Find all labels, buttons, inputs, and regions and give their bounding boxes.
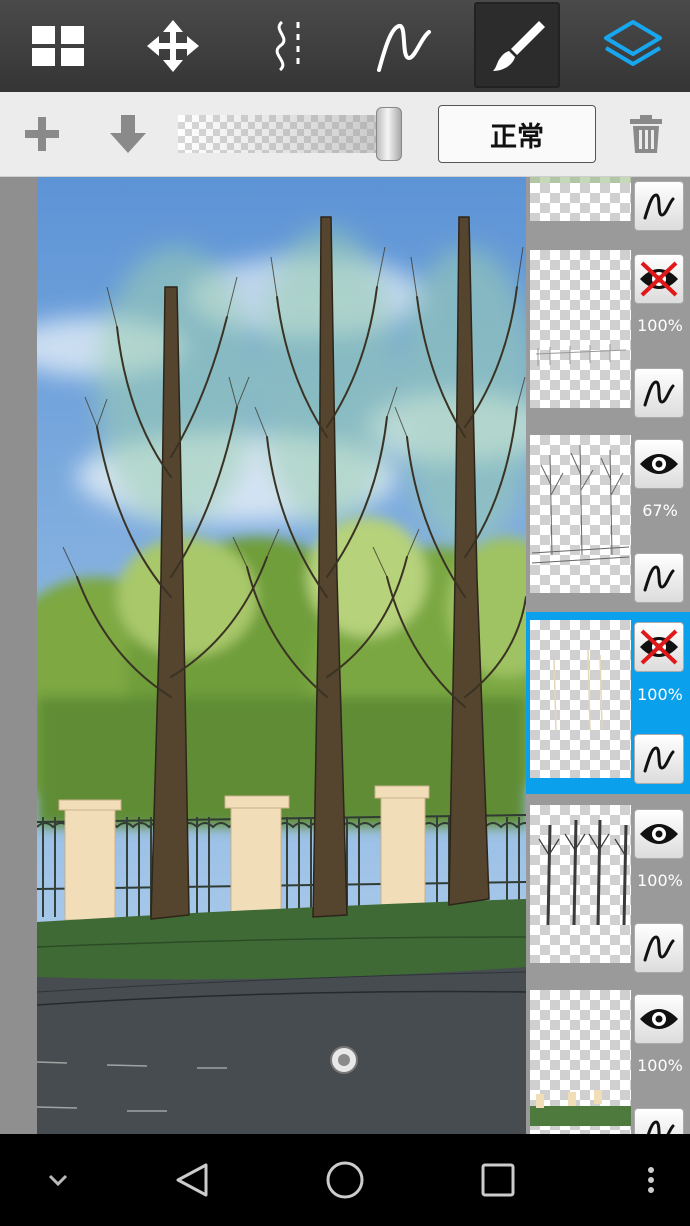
layers-icon: [603, 20, 662, 66]
pen-icon: [376, 24, 431, 72]
layer-visibility-toggle[interactable]: [634, 439, 684, 489]
opacity-track: [178, 115, 400, 153]
layer-row-selected[interactable]: 100%: [526, 612, 690, 794]
plus-icon: [25, 117, 59, 151]
layer-blend-button[interactable]: [634, 923, 684, 973]
layer-blend-button[interactable]: [634, 1108, 684, 1134]
layer-row[interactable]: 67%: [526, 435, 690, 620]
hide-keyboard-button[interactable]: [28, 1134, 88, 1226]
eye-icon: [640, 1009, 678, 1029]
layer-row[interactable]: 100%: [526, 805, 690, 990]
layer-thumbnail: [530, 620, 631, 778]
back-icon: [176, 1163, 208, 1197]
layer-opacity-label: 100%: [637, 871, 683, 890]
layer-blend-button[interactable]: [634, 368, 684, 418]
layer-blend-button[interactable]: [634, 734, 684, 784]
grid-menu-button[interactable]: [0, 0, 115, 92]
brush-tool-button[interactable]: [460, 0, 575, 92]
layer-blend-button[interactable]: [634, 181, 684, 231]
clip-curve-icon: [643, 935, 675, 962]
clip-curve-icon: [643, 193, 675, 220]
pen-tool-button[interactable]: [345, 0, 460, 92]
painting-artwork: [37, 177, 526, 1134]
grid-menu-icon: [31, 26, 84, 66]
main-toolbar: [0, 0, 690, 92]
blend-mode-label: 正常: [490, 121, 544, 153]
layer-visibility-toggle[interactable]: [634, 809, 684, 859]
drawing-canvas[interactable]: [37, 177, 526, 1134]
layer-row[interactable]: 100%: [526, 990, 690, 1134]
home-button[interactable]: [314, 1134, 376, 1226]
eye-hidden-icon: [640, 629, 678, 665]
blend-mode-button[interactable]: 正常: [438, 105, 596, 163]
clip-curve-icon: [646, 1120, 675, 1134]
overflow-menu-button[interactable]: [626, 1134, 676, 1226]
brush-icon: [492, 21, 545, 71]
delete-layer-button[interactable]: [614, 92, 678, 176]
layer-thumbnail: [530, 250, 631, 408]
layer-opacity-slider[interactable]: [178, 107, 418, 161]
canvas-gutter: [0, 177, 37, 1134]
ruler-icon: [275, 20, 299, 72]
recents-icon: [481, 1163, 515, 1197]
layer-visibility-toggle[interactable]: [634, 622, 684, 672]
layer-panel: 100% 67% 100% 100% 100%: [526, 177, 690, 1134]
clip-curve-icon: [643, 565, 675, 592]
layer-thumbnail: [530, 805, 631, 963]
layer-row[interactable]: [526, 177, 690, 248]
move-icon: [146, 20, 199, 72]
home-icon: [326, 1161, 364, 1199]
layer-opacity-label: 100%: [637, 685, 683, 704]
move-tool-button[interactable]: [115, 0, 230, 92]
layer-visibility-toggle[interactable]: [634, 254, 684, 304]
chevron-down-icon: [48, 1174, 68, 1187]
layer-visibility-toggle[interactable]: [634, 994, 684, 1044]
layer-row[interactable]: 100%: [526, 250, 690, 435]
layer-opacity-label: 67%: [642, 501, 678, 520]
arrow-down-icon: [110, 115, 146, 153]
layer-thumbnail: [530, 435, 631, 593]
layer-opacity-label: 100%: [637, 316, 683, 335]
merge-down-button[interactable]: [96, 92, 160, 176]
eye-hidden-icon: [640, 261, 678, 297]
recents-button[interactable]: [468, 1134, 528, 1226]
layer-opacity-label: 100%: [637, 1056, 683, 1075]
layers-tool-button[interactable]: [575, 0, 690, 92]
add-layer-button[interactable]: [10, 92, 74, 176]
layer-thumbnail: [530, 990, 631, 1134]
clip-curve-icon: [643, 746, 675, 773]
back-button[interactable]: [162, 1134, 222, 1226]
trash-icon: [630, 115, 662, 153]
ruler-tool-button[interactable]: [230, 0, 345, 92]
opacity-slider-thumb[interactable]: [376, 107, 402, 161]
system-nav-bar: [0, 1134, 690, 1226]
layer-thumbnail: [530, 177, 631, 221]
eye-icon: [640, 454, 678, 474]
layer-blend-button[interactable]: [634, 553, 684, 603]
clip-curve-icon: [643, 380, 675, 407]
eye-icon: [640, 824, 678, 844]
overflow-menu-icon: [648, 1167, 654, 1193]
